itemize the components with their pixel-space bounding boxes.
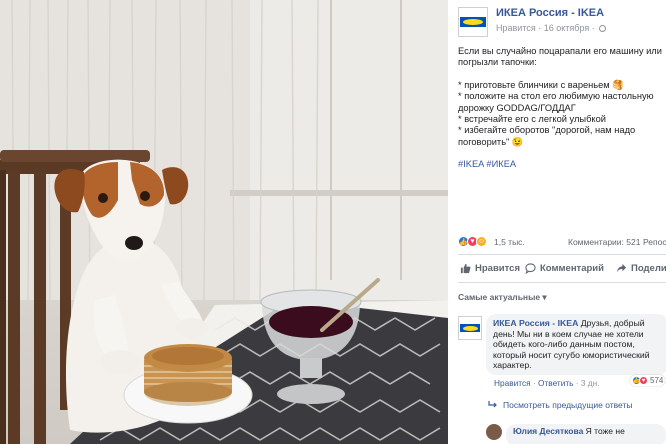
like-button-label: Нравится <box>475 263 520 274</box>
reply-arrow-icon <box>488 401 497 408</box>
comment-author[interactable]: Юлия Десяткова <box>513 426 583 436</box>
comment-like-link[interactable]: Нравится <box>494 378 531 388</box>
post-list-line: дорожку GODDAG/ГОДДАГ <box>458 102 576 113</box>
post-date[interactable]: 16 октября <box>544 23 589 33</box>
comment-button-label: Комментарий <box>540 263 604 274</box>
globe-icon <box>599 25 607 32</box>
post-photo[interactable] <box>0 0 448 444</box>
post-list-line: * встречайте его с легкой улыбкой <box>458 114 606 125</box>
comment-button[interactable]: Комментарий <box>525 263 604 274</box>
comment-reactions[interactable]: 👍 ♥ 574 <box>630 375 666 386</box>
post-meta: Нравится · 16 октября · <box>496 23 607 33</box>
share-button[interactable]: Поделиться <box>616 263 666 274</box>
comment-icon <box>525 263 536 274</box>
post-list-line: * избегайте оборотов "дорогой, нам надо <box>458 125 636 136</box>
comment-actions: Нравится · Ответить · 3 дн. <box>494 378 600 388</box>
comment-avatar[interactable] <box>486 424 502 440</box>
post-actions: Нравится Комментарий Поделиться <box>458 259 666 279</box>
reposts-count[interactable]: Репосты <box>643 237 666 247</box>
comment-time[interactable]: 3 дн. <box>581 378 600 388</box>
post-list-line: * приготовьте блинчики с вареньем 🥞 <box>458 79 624 90</box>
comment-bubble: ИКЕА Россия - IKEA Друзья, добрый день! … <box>486 314 666 375</box>
reaction-icons[interactable]: 👍 ♥ ☺ <box>458 236 487 247</box>
comment: ИКЕА Россия - IKEA Друзья, добрый день! … <box>458 314 666 394</box>
page-name[interactable]: ИКЕА Россия - IKEA <box>496 7 604 19</box>
like-button[interactable]: Нравится <box>460 263 520 274</box>
comment-text: Я тоже не <box>583 426 625 436</box>
post-list-line: поговорить" 😉 <box>458 136 524 147</box>
comment-bubble: Юлия Десяткова Я тоже не <box>506 424 666 444</box>
post-stats: 👍 ♥ ☺ 1,5 тыс. Комментарии: 521 Репосты <box>458 236 666 250</box>
reaction-count[interactable]: 1,5 тыс. <box>494 237 525 247</box>
comment-author[interactable]: ИКЕА Россия - IKEA <box>493 318 578 328</box>
comments-sort-dropdown[interactable]: Самые актуальные ▾ <box>458 292 547 303</box>
thumbs-up-icon <box>460 263 471 274</box>
view-previous-replies-label: Посмотреть предыдущие ответы <box>503 400 633 410</box>
divider <box>458 282 666 283</box>
post-text: Если вы случайно поцарапали его машину и… <box>458 46 666 171</box>
liked-label[interactable]: Нравится <box>496 23 536 33</box>
comments-count[interactable]: Комментарии: 521 <box>568 237 640 247</box>
share-icon <box>616 263 627 273</box>
page-avatar[interactable] <box>458 7 488 37</box>
ikea-logo-icon <box>460 17 486 27</box>
post-text-line: Если вы случайно поцарапали его машину и… <box>458 46 662 56</box>
ikea-logo-icon <box>460 324 480 332</box>
comment-avatar[interactable] <box>458 316 482 340</box>
post-list-line: * положите на стол его любимую настольну… <box>458 91 654 102</box>
divider <box>458 254 666 255</box>
comment-reply-link[interactable]: Ответить <box>538 378 573 388</box>
comment: Юлия Десяткова Я тоже не <box>486 424 666 444</box>
post-header: ИКЕА Россия - IKEA Нравится · 16 октября… <box>458 6 666 40</box>
love-reaction-icon: ♥ <box>639 376 648 385</box>
post-text-line: погрызли тапочки: <box>458 57 537 68</box>
dog-pancakes-photo <box>0 0 448 444</box>
post-panel: ИКЕА Россия - IKEA Нравится · 16 октября… <box>448 0 666 444</box>
haha-reaction-icon: ☺ <box>476 236 487 247</box>
comment-reaction-count: 574 <box>650 376 664 385</box>
share-button-label: Поделиться <box>631 263 666 274</box>
view-previous-replies-link[interactable]: Посмотреть предыдущие ответы <box>488 400 633 410</box>
hashtags[interactable]: #IKEA #ИКЕА <box>458 159 666 170</box>
